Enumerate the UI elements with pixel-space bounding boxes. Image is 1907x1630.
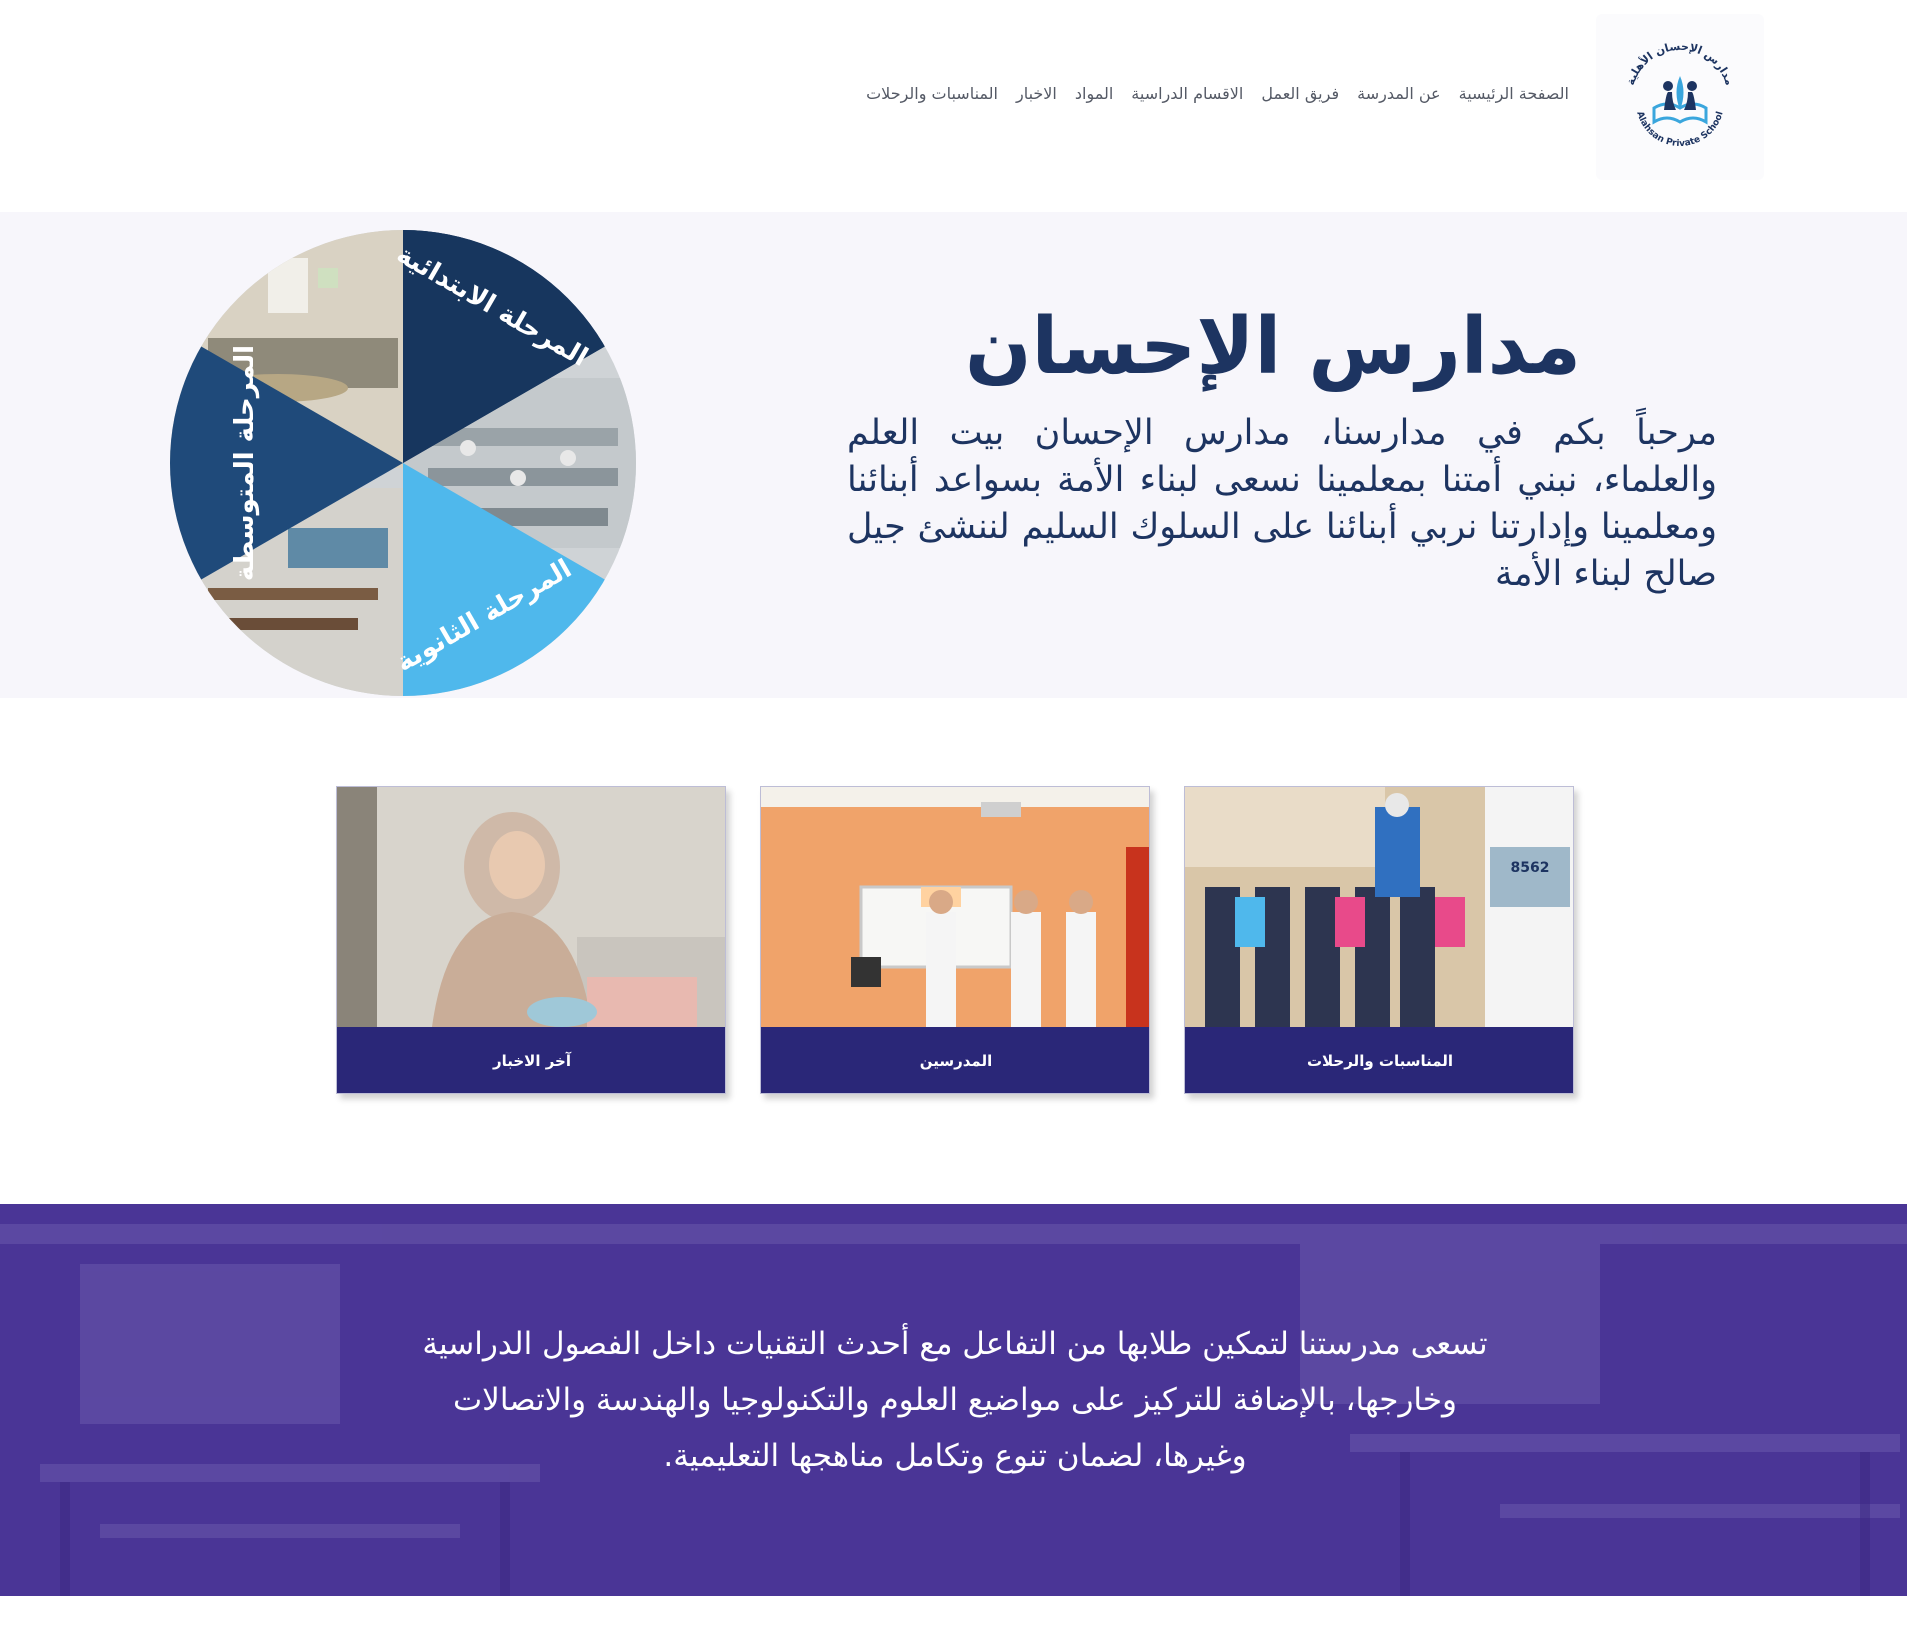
svg-text:Alahsan Private School: Alahsan Private School — [1634, 110, 1725, 149]
school-stages-wheel: المرحلة الابتدائية المرحلة المتوسطة المر… — [170, 230, 636, 696]
events-card[interactable]: 8562 المناسبات والرحلات — [1184, 786, 1574, 1094]
hero-section: مدارس الإحسان مرحباً بكم في مدارسنا، مدا… — [0, 212, 1907, 698]
nav-subjects[interactable]: المواد — [1075, 84, 1113, 103]
nav-home[interactable]: الصفحة الرئيسية — [1459, 84, 1569, 103]
teachers-card[interactable]: المدرسين — [760, 786, 1150, 1094]
svg-text:8562: 8562 — [1511, 860, 1550, 876]
main-nav: الصفحة الرئيسية عن المدرسة فريق العمل ال… — [866, 84, 1569, 103]
feature-cards: آخر الاخبار المدرسين 8562 المناسبات والر… — [336, 786, 1574, 1094]
teachers-card-label[interactable]: المدرسين — [761, 1027, 1149, 1093]
mission-statement: تسعى مدرستنا لتمكين طلابها من التفاعل مع… — [422, 1326, 1488, 1474]
logo-english-text: Alahsan Private School — [1634, 110, 1725, 149]
events-card-label[interactable]: المناسبات والرحلات — [1185, 1027, 1573, 1093]
nav-team[interactable]: فريق العمل — [1261, 84, 1339, 103]
nav-events[interactable]: المناسبات والرحلات — [866, 84, 998, 103]
hero-title: مدارس الإحسان — [964, 302, 1581, 392]
nav-departments[interactable]: الاقسام الدراسية — [1131, 84, 1243, 103]
hero-welcome-text: مرحباً بكم في مدارسنا، مدارس الإحسان بيت… — [847, 413, 1717, 594]
site-header: مدارس الإحسان الأهلية Alahsan Private Sc… — [0, 0, 1907, 200]
classroom-teachers-photo — [761, 787, 1149, 1027]
nav-about[interactable]: عن المدرسة — [1357, 84, 1441, 103]
news-card[interactable]: آخر الاخبار — [336, 786, 726, 1094]
wheel-middle-label: المرحلة المتوسطة — [230, 345, 260, 581]
nav-news[interactable]: الاخبار — [1016, 84, 1057, 103]
news-card-label[interactable]: آخر الاخبار — [337, 1027, 725, 1093]
mission-banner: تسعى مدرستنا لتمكين طلابها من التفاعل مع… — [0, 1204, 1907, 1596]
school-logo-emblem: مدارس الإحسان الأهلية Alahsan Private Sc… — [1624, 40, 1736, 149]
teacher-laptop-photo — [337, 787, 725, 1027]
school-logo[interactable]: مدارس الإحسان الأهلية Alahsan Private Sc… — [1596, 14, 1764, 180]
students-bus-trip-photo: 8562 — [1185, 787, 1573, 1027]
